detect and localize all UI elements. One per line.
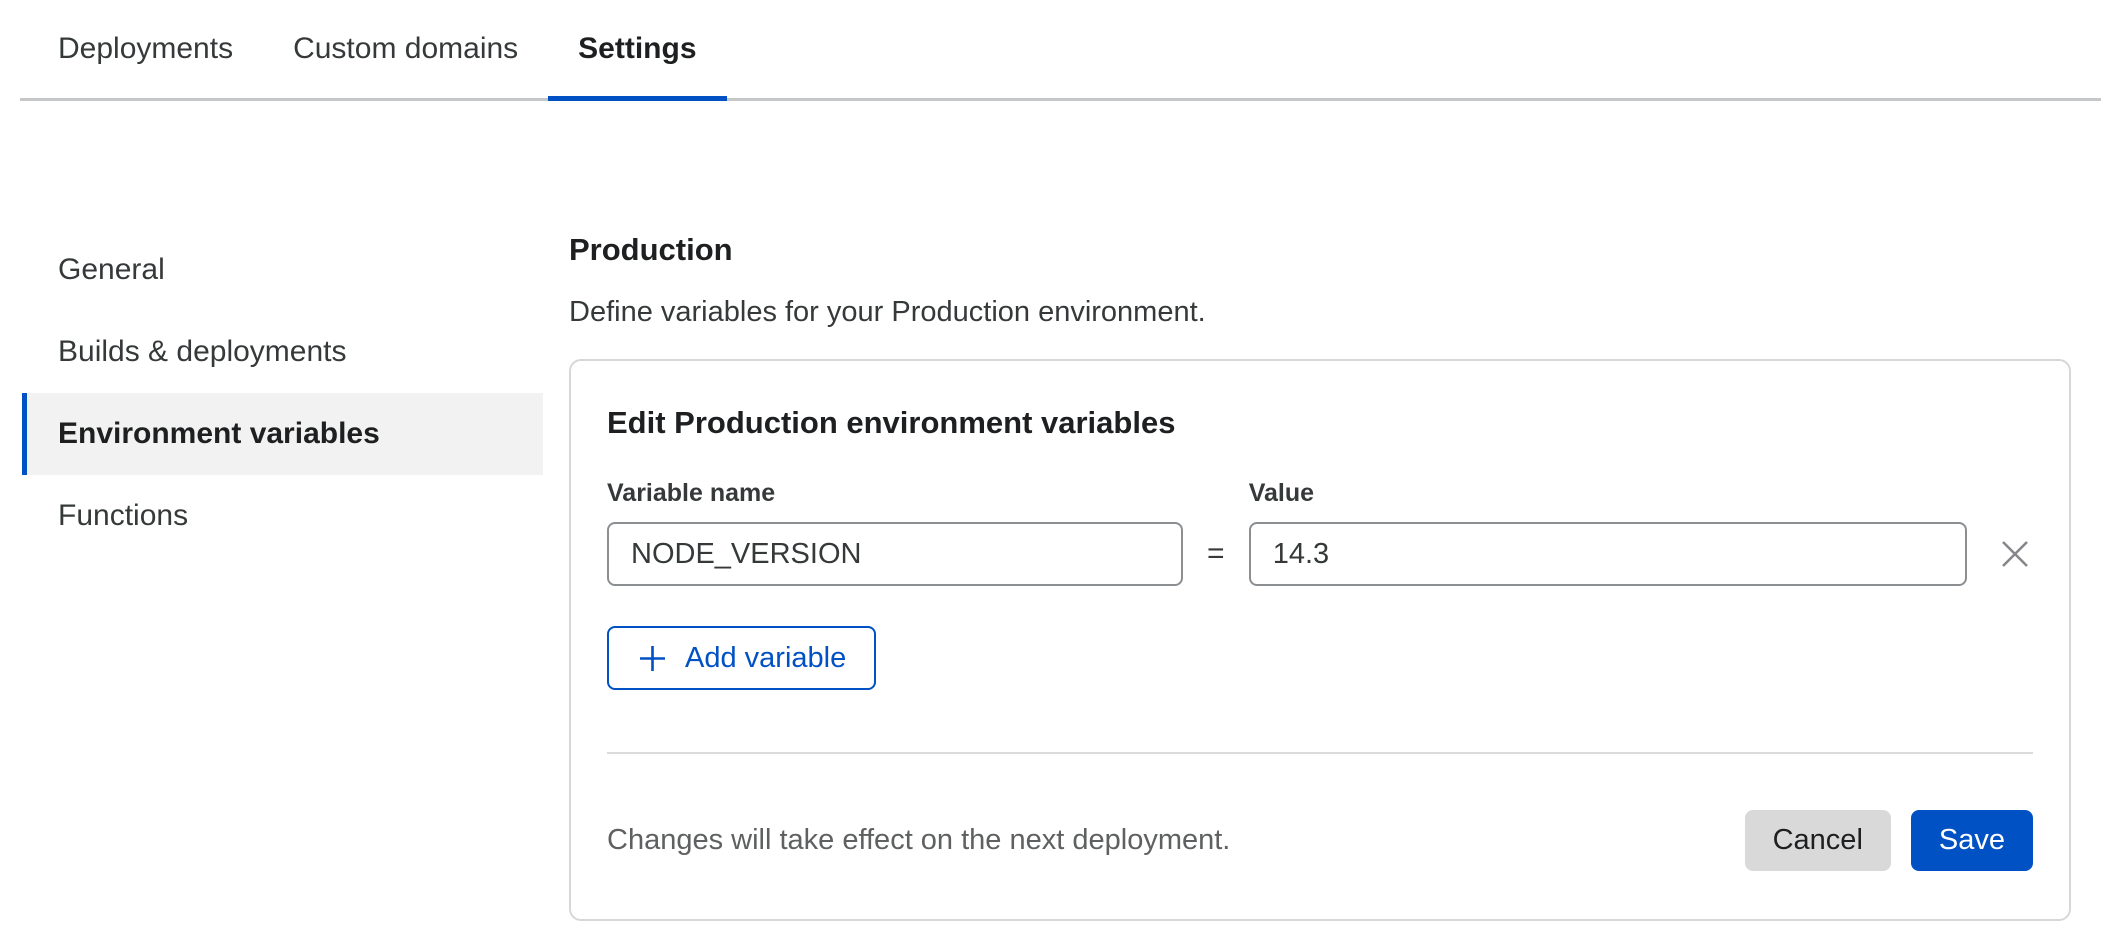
sidebar-item-builds-deployments[interactable]: Builds & deployments [22, 311, 543, 393]
sidebar-item-functions[interactable]: Functions [22, 475, 543, 557]
tab-custom-domains-label: Custom domains [293, 32, 518, 66]
settings-sidebar: General Builds & deployments Environment… [22, 229, 543, 557]
cancel-button[interactable]: Cancel [1745, 810, 1891, 871]
sidebar-item-general[interactable]: General [22, 229, 543, 311]
footer-actions: Cancel Save [1745, 810, 2033, 871]
variable-row: Variable name = Value [607, 479, 2033, 586]
equals-sign: = [1183, 522, 1249, 586]
card-title: Edit Production environment variables [607, 405, 2033, 441]
plus-icon [637, 643, 668, 674]
variable-value-input[interactable] [1249, 522, 1967, 586]
add-variable-label: Add variable [685, 642, 846, 675]
tab-settings-label: Settings [578, 32, 696, 66]
card-divider [607, 752, 2033, 754]
variable-name-label: Variable name [607, 479, 1183, 508]
variable-value-field: Value [1249, 479, 1967, 586]
add-variable-button[interactable]: Add variable [607, 626, 876, 690]
pages-project-settings-page: Deployments Custom domains Settings Gene… [0, 0, 2121, 948]
card-footer: Changes will take effect on the next dep… [607, 810, 2033, 871]
sidebar-item-environment-variables[interactable]: Environment variables [22, 393, 543, 475]
tab-custom-domains[interactable]: Custom domains [263, 0, 548, 98]
save-button[interactable]: Save [1911, 810, 2033, 871]
environment-variables-panel: Production Define variables for your Pro… [569, 229, 2071, 921]
settings-content: General Builds & deployments Environment… [0, 101, 2121, 921]
close-icon [1997, 536, 2033, 572]
variable-name-input[interactable] [607, 522, 1183, 586]
section-title: Production [569, 232, 2071, 268]
footer-note: Changes will take effect on the next dep… [607, 824, 1230, 857]
tab-settings[interactable]: Settings [548, 0, 726, 98]
tab-deployments-label: Deployments [58, 32, 233, 66]
section-description: Define variables for your Production env… [569, 296, 2071, 329]
env-vars-edit-card: Edit Production environment variables Va… [569, 359, 2071, 921]
active-tab-indicator [548, 96, 726, 101]
project-tab-bar: Deployments Custom domains Settings [20, 0, 2101, 101]
value-label: Value [1249, 479, 1967, 508]
remove-variable-button[interactable] [1997, 522, 2033, 586]
tab-deployments[interactable]: Deployments [28, 0, 263, 98]
variable-name-field: Variable name [607, 479, 1183, 586]
